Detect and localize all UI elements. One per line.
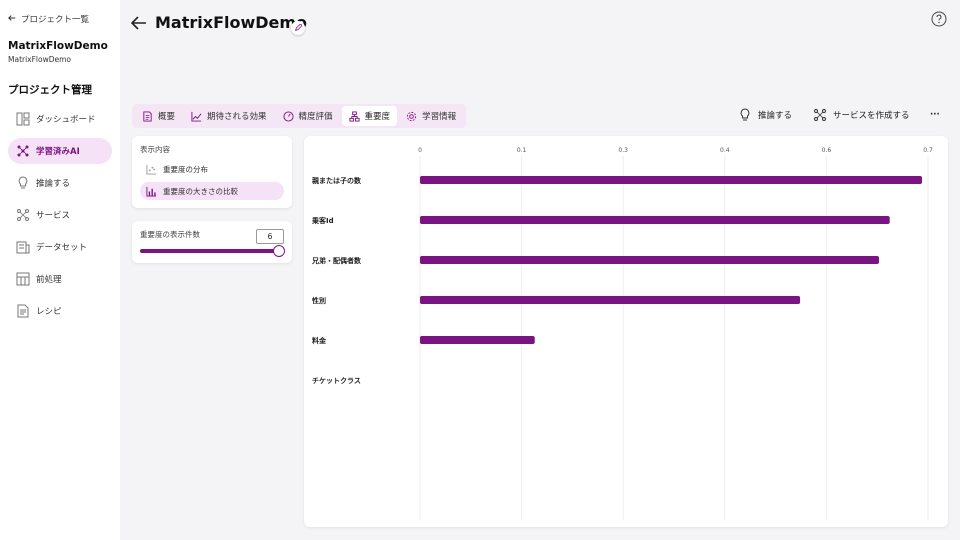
- trained-ai-icon: [16, 144, 30, 158]
- x-tick-label: 0.1: [517, 147, 527, 154]
- back-link-label: プロジェクト一覧: [21, 15, 90, 25]
- importance-chart-panel: 0 0.1 0.3 0.4 0.6 0.7 親または子の数 乗客Id 兄弟・配偶者数 性別料金チケ…: [304, 136, 948, 527]
- tab-label: 期待される効果: [207, 112, 267, 122]
- sidebar-item-label: サービス: [36, 211, 71, 221]
- option-label: 重要度の分布: [163, 164, 208, 174]
- x-tick-label: 0.3: [618, 147, 628, 154]
- x-tick-label: 0.7: [923, 147, 933, 154]
- gauge-icon: [282, 110, 294, 122]
- help-icon: [931, 11, 947, 27]
- sidebar-item-dataset[interactable]: データセット: [8, 234, 112, 260]
- category-label: 乗客Id: [311, 216, 334, 225]
- lightbulb-icon: [740, 108, 750, 121]
- importance-bar[interactable]: [420, 256, 879, 264]
- recipe-icon: [16, 304, 30, 318]
- service-icon: [16, 208, 30, 222]
- sidebar-item-recipe[interactable]: レシピ: [8, 298, 112, 324]
- project-name: MatrixFlowDemo: [8, 40, 108, 52]
- sidebar-item-dashboard[interactable]: ダッシュボード: [8, 106, 112, 132]
- display-content-label: 表示内容: [140, 145, 170, 154]
- pencil-icon: [294, 24, 302, 32]
- gear-icon: [406, 111, 417, 121]
- tab-accuracy[interactable]: 精度評価: [276, 106, 340, 126]
- sidebar-item-label: データセット: [36, 243, 88, 253]
- importance-bar[interactable]: [420, 296, 801, 304]
- sidebar-item-trained-ai[interactable]: 学習済みAI: [8, 138, 112, 164]
- option-importance-distribution[interactable]: 重要度の分布: [140, 160, 284, 178]
- x-tick-label: 0.6: [822, 147, 832, 154]
- sidebar-item-label: 前処理: [36, 275, 62, 285]
- create-service-label: サービスを作成する: [833, 111, 910, 121]
- display-content-panel: 表示内容 重要度の分布 重要度の大きさの比較: [132, 136, 292, 208]
- display-count-slider-thumb[interactable]: [273, 245, 285, 257]
- importance-icon: [349, 110, 360, 122]
- infer-button-label: 推論する: [758, 111, 793, 121]
- tab-training-info[interactable]: 学習情報: [399, 106, 463, 126]
- sidebar-item-service[interactable]: サービス: [8, 202, 112, 228]
- tab-importance[interactable]: 重要度: [341, 106, 398, 126]
- arrow-left-icon: [130, 16, 146, 30]
- category-label: 親または子の数: [312, 176, 362, 185]
- sidebar-item-label: 学習済みAI: [36, 147, 80, 157]
- category-label: 料金: [312, 336, 327, 345]
- more-icon: ···: [930, 110, 940, 120]
- tab-bar: 概要 期待される効果 精度評価 重要度 学習情報: [132, 104, 467, 128]
- trend-icon: [191, 111, 202, 122]
- dataset-icon: [16, 240, 30, 254]
- lightbulb-icon: [16, 176, 30, 190]
- sidebar-item-preprocess[interactable]: 前処理: [8, 266, 112, 292]
- tab-label: 精度評価: [298, 112, 333, 122]
- importance-bar[interactable]: [420, 336, 535, 344]
- dashboard-icon: [16, 112, 30, 126]
- preprocess-icon: [16, 272, 30, 286]
- bar-chart-icon: [146, 186, 157, 197]
- tab-expected-effect[interactable]: 期待される効果: [184, 106, 274, 126]
- display-count-slider-track[interactable]: [140, 249, 280, 253]
- service-icon: [814, 109, 826, 121]
- x-tick-label: 0.4: [720, 147, 730, 154]
- display-count-panel: 重要度の表示件数 6: [132, 221, 292, 263]
- category-label: 兄弟・配偶者数: [311, 256, 362, 265]
- section-title: プロジェクト管理: [8, 84, 92, 96]
- sidebar-item-label: レシピ: [36, 307, 62, 317]
- header-back-button[interactable]: [130, 14, 148, 32]
- option-importance-comparison[interactable]: 重要度の大きさの比較: [140, 182, 284, 200]
- tab-label: 学習情報: [422, 112, 457, 122]
- importance-bar[interactable]: [420, 176, 922, 184]
- sidebar-item-label: ダッシュボード: [36, 115, 96, 125]
- scatter-chart-icon: [146, 164, 157, 175]
- tab-label: 概要: [158, 112, 176, 122]
- x-tick-label: 0: [418, 147, 422, 154]
- importance-bar[interactable]: [420, 216, 890, 224]
- project-subtitle: MatrixFlowDemo: [8, 55, 72, 64]
- sidebar-item-inference[interactable]: 推論する: [8, 170, 112, 196]
- display-count-input[interactable]: 6: [256, 229, 284, 244]
- infer-button[interactable]: 推論する: [738, 106, 792, 124]
- more-options-button[interactable]: ···: [930, 106, 940, 124]
- back-to-projects-link[interactable]: プロジェクト一覧: [8, 13, 89, 25]
- tab-label: 重要度: [364, 112, 391, 122]
- page-title: MatrixFlowDemo: [155, 13, 308, 32]
- sidebar-nav: ダッシュボード 学習済みAI 推論する サービス データセット 前処理 レシピ: [8, 106, 112, 330]
- sidebar: プロジェクト一覧 MatrixFlowDemo MatrixFlowDemo プ…: [0, 0, 120, 540]
- document-icon: [143, 110, 152, 122]
- tab-overview[interactable]: 概要: [135, 106, 182, 126]
- arrow-left-icon: [8, 14, 16, 25]
- edit-title-button[interactable]: [291, 21, 305, 35]
- category-label: チケットクラス: [312, 376, 361, 385]
- sidebar-item-label: 推論する: [36, 179, 71, 189]
- option-label: 重要度の大きさの比較: [163, 186, 238, 196]
- importance-bar-chart: 0 0.1 0.3 0.4 0.6 0.7 親または子の数乗客Id 兄弟・配偶者数性別料金チケ…: [311, 147, 933, 520]
- display-count-label: 重要度の表示件数: [140, 230, 200, 239]
- create-service-button[interactable]: サービスを作成する: [813, 106, 910, 124]
- category-label: 性別: [312, 296, 326, 305]
- help-button[interactable]: [931, 11, 947, 27]
